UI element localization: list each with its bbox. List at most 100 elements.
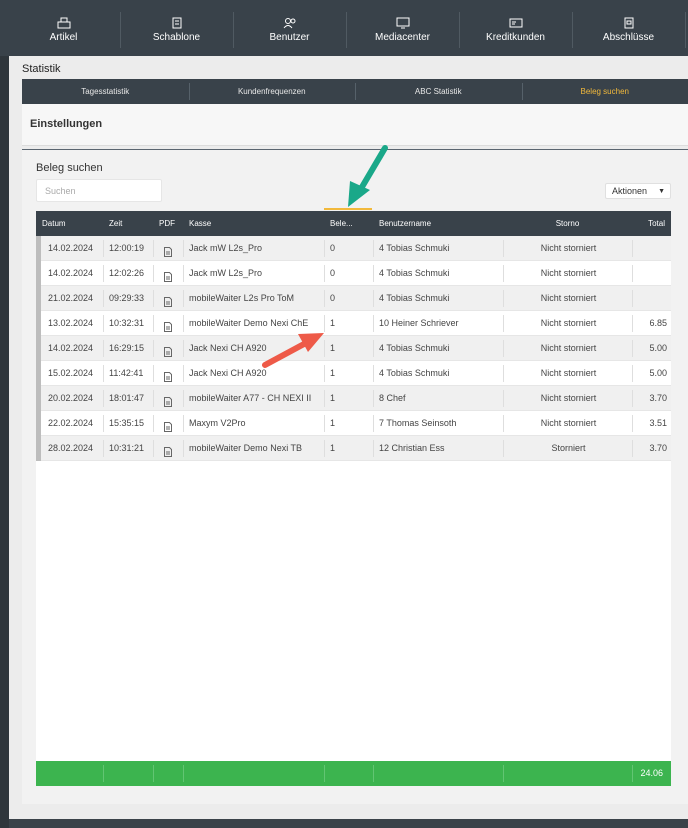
column-separator — [373, 265, 374, 282]
left-edge — [0, 0, 9, 828]
cell-beleg: 0 — [330, 243, 336, 253]
column-header-pdf[interactable]: PDF — [159, 211, 177, 236]
column-separator — [632, 290, 633, 307]
nav-item-abschlüsse[interactable]: Abschlüsse — [572, 12, 685, 48]
pdf-icon[interactable] — [164, 369, 172, 382]
settings-section[interactable]: Einstellungen — [22, 104, 688, 146]
column-separator — [103, 440, 104, 457]
cell-storno: Nicht storniert — [540, 393, 597, 403]
tab-abc-statistik[interactable]: ABC Statistik — [355, 79, 522, 104]
column-separator — [183, 340, 184, 357]
column-separator — [103, 340, 104, 357]
pdf-icon[interactable] — [164, 419, 172, 432]
table-body: 14.02.2024 12:00:19 Jack mW L2s_Pro 0 4 Tobi… — [36, 236, 671, 761]
media-icon — [346, 16, 459, 30]
column-separator — [103, 290, 104, 307]
column-header-kasse[interactable]: Kasse — [189, 211, 318, 236]
report-icon — [572, 16, 685, 30]
table-row[interactable]: 22.02.2024 15:35:15 Maxym V2Pro 1 7 Thomas S… — [36, 411, 671, 436]
pdf-icon[interactable] — [164, 319, 172, 332]
table-footer: 24.06 — [36, 761, 671, 786]
table-row[interactable]: 20.02.2024 18:01:47 mobileWaiter A77 - CH … — [36, 386, 671, 411]
nav-item-label: Kreditkunden — [486, 32, 545, 43]
cell-zeit: 18:01:47 — [109, 393, 145, 403]
column-separator — [373, 315, 374, 332]
caret-down-icon: ▼ — [658, 188, 665, 195]
top-navigation: Artikel Schablone Benutzer Mediacenter Kredi… — [0, 0, 688, 56]
cell-user: 4 Tobias Schmuki — [379, 343, 450, 353]
nav-item-benutzer[interactable]: Benutzer — [233, 12, 346, 48]
column-separator — [183, 765, 184, 782]
column-header-datum[interactable]: Datum — [42, 211, 97, 236]
nav-item-kreditkunden[interactable]: Kreditkunden — [459, 12, 572, 48]
pdf-icon[interactable] — [164, 444, 172, 457]
column-separator — [503, 440, 504, 457]
column-header-benutzername[interactable]: Benutzername — [379, 211, 497, 236]
tab-kundenfrequenzen[interactable]: Kundenfrequenzen — [189, 79, 356, 104]
tab-beleg-suchen[interactable]: Beleg suchen — [522, 79, 688, 104]
column-header-storno[interactable]: Storno — [509, 211, 626, 236]
pdf-icon[interactable] — [164, 394, 172, 407]
cell-total: 3.70 — [649, 443, 667, 453]
pdf-icon[interactable] — [164, 244, 172, 257]
search-input[interactable]: Suchen — [36, 179, 162, 202]
column-separator — [632, 315, 633, 332]
table-row[interactable]: 13.02.2024 10:32:31 mobileWaiter Demo Nexi… — [36, 311, 671, 336]
column-separator — [153, 365, 154, 382]
row-indicator — [36, 261, 41, 286]
tab-tagesstatistik[interactable]: Tagesstatistik — [22, 79, 189, 104]
actions-label: Aktionen — [612, 186, 648, 196]
nav-item-schablone[interactable]: Schablone — [120, 12, 233, 48]
column-header-bele[interactable]: Bele... — [330, 211, 367, 236]
table-row[interactable]: 28.02.2024 10:31:21 mobileWaiter Demo Nexi… — [36, 436, 671, 461]
register-icon — [7, 16, 120, 30]
users-icon — [233, 16, 346, 30]
cell-zeit: 10:31:21 — [109, 443, 145, 453]
table-row[interactable]: 14.02.2024 16:29:15 Jack Nexi CH A920 1 4 To… — [36, 336, 671, 361]
column-separator — [153, 240, 154, 257]
cell-total: 3.70 — [649, 393, 667, 403]
cell-storno: Nicht storniert — [540, 343, 597, 353]
cell-user: 10 Heiner Schriever — [379, 318, 459, 328]
cell-user: 7 Thomas Seinsoth — [379, 418, 457, 428]
table-row[interactable]: 14.02.2024 12:02:26 Jack mW L2s_Pro 0 4 Tobi… — [36, 261, 671, 286]
pdf-icon[interactable] — [164, 269, 172, 282]
column-separator — [373, 415, 374, 432]
column-separator — [103, 265, 104, 282]
column-separator — [153, 440, 154, 457]
column-separator — [183, 315, 184, 332]
row-indicator — [36, 361, 41, 386]
nav-item-label: Abschlüsse — [602, 32, 655, 43]
table-row[interactable]: 15.02.2024 11:42:41 Jack Nexi CH A920 1 4 To… — [36, 361, 671, 386]
cell-datum: 14.02.2024 — [48, 268, 94, 278]
pdf-icon[interactable] — [164, 344, 172, 357]
cell-datum: 14.02.2024 — [48, 243, 94, 253]
table-row[interactable]: 14.02.2024 12:00:19 Jack mW L2s_Pro 0 4 Tobi… — [36, 236, 671, 261]
cell-datum: 21.02.2024 — [48, 293, 94, 303]
table-row[interactable]: 21.02.2024 09:29:33 mobileWaiter L2s Pro T… — [36, 286, 671, 311]
column-separator — [324, 265, 325, 282]
cell-datum: 14.02.2024 — [48, 343, 94, 353]
nav-item-mediacenter[interactable]: Mediacenter — [346, 12, 459, 48]
column-header-total[interactable]: Total — [638, 211, 665, 236]
section-title: Beleg suchen — [36, 162, 103, 174]
column-separator — [153, 415, 154, 432]
column-separator — [373, 390, 374, 407]
pdf-icon[interactable] — [164, 294, 172, 307]
cell-zeit: 10:32:31 — [109, 318, 145, 328]
actions-dropdown[interactable]: Aktionen ▼ — [605, 183, 671, 199]
cell-total: 5.00 — [649, 343, 667, 353]
nav-item-artikel[interactable]: Artikel — [7, 12, 120, 48]
column-separator — [632, 265, 633, 282]
column-separator — [324, 240, 325, 257]
cell-kasse: Jack Nexi CH A920 — [189, 368, 267, 378]
column-separator — [183, 390, 184, 407]
template-icon — [120, 16, 233, 30]
column-separator — [632, 415, 633, 432]
column-header-zeit[interactable]: Zeit — [109, 211, 147, 236]
cell-storno: Nicht storniert — [540, 268, 597, 278]
column-separator — [153, 290, 154, 307]
column-separator — [632, 440, 633, 457]
receipt-search-section: Beleg suchen Suchen Aktionen ▼ Datum Zeit… — [22, 150, 688, 804]
tab-separator — [521, 83, 523, 100]
